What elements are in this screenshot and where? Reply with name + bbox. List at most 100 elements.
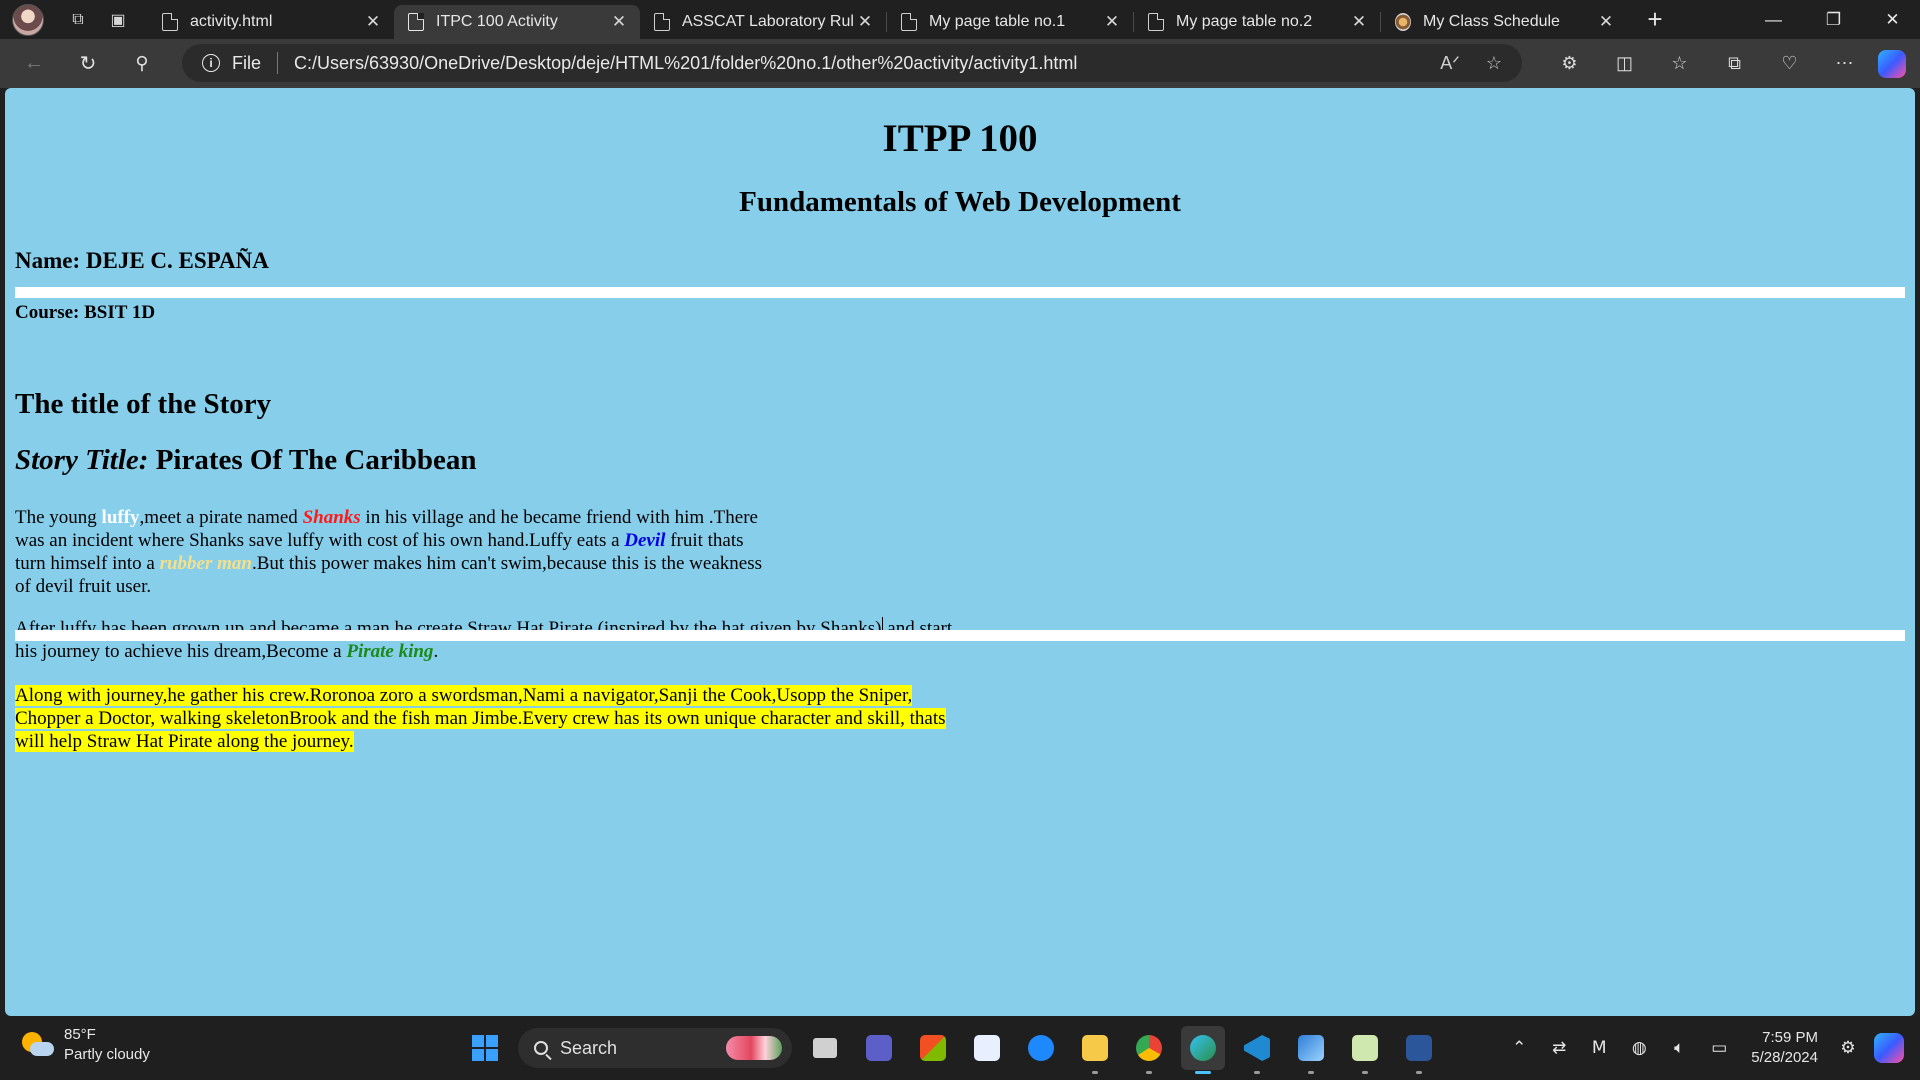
system-tray: ⌃ ⇄ Ⅿ ◍ 🔈︎ ▭ 7:59 PM 5/28/2024 ⚙ [1499,1016,1920,1080]
chrome-app[interactable] [1127,1026,1171,1074]
edge-app[interactable] [1181,1026,1225,1074]
tab-itpc-100-activity[interactable]: ITPC 100 Activity ✕ [394,4,640,39]
task-view-button[interactable] [803,1026,847,1070]
tab-strip: ⧉ ▣ activity.html ✕ ITPC 100 Activity ✕ … [0,0,1920,39]
file-explorer-app[interactable] [1073,1026,1117,1074]
page-title: ITPP 100 [882,117,1038,160]
tab-actions-icon[interactable]: ▣ [98,2,138,38]
weather-desc: Partly cloudy [64,1046,150,1063]
section-title: The title of the Story [15,388,272,420]
word-shanks: Shanks [302,507,361,528]
tab-activity[interactable]: activity.html ✕ [148,5,394,39]
address-scheme-label: File [232,52,262,73]
taskbar: 85°F Partly cloudy Search ⌃ ⇄ Ⅿ ◍ 🔈︎ ▭ 7… [0,1016,1920,1080]
network-icon[interactable]: ◍ [1619,1038,1659,1058]
word-app[interactable] [1397,1026,1441,1074]
collections-icon[interactable]: ⧉ [1707,53,1762,74]
store-app[interactable] [911,1026,955,1070]
teams-app[interactable] [857,1026,901,1070]
vscode-icon [1244,1035,1270,1061]
tab-asscat-laboratory-rules[interactable]: ASSCAT Laboratory Rules ✕ [640,5,886,39]
copilot-taskbar-icon[interactable] [1874,1033,1904,1063]
taskbar-search[interactable]: Search [518,1028,792,1068]
paint-icon [1298,1035,1324,1061]
close-icon[interactable]: ✕ [362,12,384,32]
page-icon [1148,12,1164,31]
page-icon [162,12,178,31]
workspaces-icon[interactable]: ⧉ [58,2,98,38]
word-devil: Devil [624,530,666,551]
close-window-button[interactable]: ✕ [1865,0,1920,39]
notification-icon[interactable]: ⚙ [1828,1038,1868,1058]
tab-title: My page table no.2 [1176,12,1313,30]
battery-icon[interactable]: ▭ [1699,1038,1739,1058]
word-rubber-man: rubber man [159,553,252,574]
favorite-star-icon[interactable]: ☆ [1486,53,1502,74]
close-icon[interactable]: ✕ [1348,12,1370,32]
browser-essentials-icon[interactable]: ♡ [1762,53,1817,74]
student-course: Course: BSIT 1D [15,302,156,323]
minimize-button[interactable]: — [1746,0,1801,39]
tab-my-class-schedule[interactable]: My Class Schedule ✕ [1381,5,1627,39]
task-view-icon [813,1038,837,1058]
taskbar-search-label: Search [560,1037,618,1058]
settings-sliders-icon[interactable]: ⇄ [1539,1038,1579,1058]
close-icon[interactable]: ✕ [1101,12,1123,32]
clock-date: 5/28/2024 [1751,1049,1818,1066]
close-icon[interactable]: ✕ [608,12,630,32]
page-subtitle: Fundamentals of Web Development [739,186,1181,218]
more-menu-icon[interactable]: ⋯ [1817,53,1872,74]
para1-text: The young [15,507,102,528]
ime-icon[interactable]: Ⅿ [1579,1038,1619,1058]
story-paragraph-1: The young luffy,meet a pirate named Shan… [15,506,775,598]
page-icon [901,12,917,31]
back-button[interactable]: ← [14,46,54,82]
word-icon [1406,1035,1432,1061]
split-screen-icon[interactable]: ◫ [1597,53,1652,74]
tab-title: ITPC 100 Activity [436,12,558,30]
chat-icon [1028,1035,1054,1061]
messenger-app[interactable] [1019,1026,1063,1070]
volume-icon[interactable]: 🔈︎ [1659,1038,1699,1058]
tab-my-page-table-1[interactable]: My page table no.1 ✕ [887,5,1133,39]
chevron-up-icon[interactable]: ⌃ [1499,1038,1539,1058]
folder-icon [1082,1035,1108,1061]
address-url[interactable]: C:/Users/63930/OneDrive/Desktop/deje/HTM… [294,53,1077,74]
close-icon[interactable]: ✕ [854,12,876,32]
vscode-app[interactable] [1235,1026,1279,1074]
para1-text: ,meet a pirate named [139,507,303,528]
refresh-button[interactable]: ↻ [68,46,108,82]
browser-toolbar: ← ↻ ⚲ i File C:/Users/63930/OneDrive/Des… [0,39,1920,88]
weather-widget[interactable]: 85°F Partly cloudy [22,1026,150,1063]
story-paragraph-3: Along with journey,he gather his crew.Ro… [15,684,975,753]
divider-top [15,287,1905,298]
teams-icon [866,1035,892,1061]
edge-icon [1190,1035,1216,1061]
story-title: Story Title: Pirates Of The Caribbean [15,444,477,477]
address-bar[interactable]: i File C:/Users/63930/OneDrive/Desktop/d… [182,44,1522,82]
partly-cloudy-icon [22,1030,54,1060]
mail-app[interactable] [965,1026,1009,1070]
read-aloud-icon[interactable]: Aᐟ [1440,53,1460,74]
story-title-text: Pirates Of The Caribbean [155,444,477,476]
search-icon [534,1041,548,1055]
clock[interactable]: 7:59 PM 5/28/2024 [1751,1028,1818,1068]
info-icon[interactable]: i [202,54,220,72]
taskbar-apps: Search [458,1026,1446,1074]
copilot-icon[interactable] [1878,49,1906,78]
mail-icon [974,1035,1000,1061]
paint-app[interactable] [1289,1026,1333,1074]
notepad-app[interactable] [1343,1026,1387,1074]
tab-my-page-table-2[interactable]: My page table no.2 ✕ [1134,5,1380,39]
favorites-icon[interactable]: ☆ [1652,53,1707,74]
extensions-icon[interactable]: ⚙ [1542,53,1597,74]
new-tab-button[interactable]: + [1635,4,1675,35]
search-icon[interactable]: ⚲ [122,46,162,82]
start-button[interactable] [463,1026,507,1070]
profile-avatar[interactable] [12,3,44,36]
story-title-label: Story Title: [15,444,149,476]
windows-logo-icon [472,1035,498,1061]
close-icon[interactable]: ✕ [1595,12,1617,32]
restore-button[interactable]: ❐ [1806,0,1861,39]
tab-title: My Class Schedule [1423,12,1560,30]
